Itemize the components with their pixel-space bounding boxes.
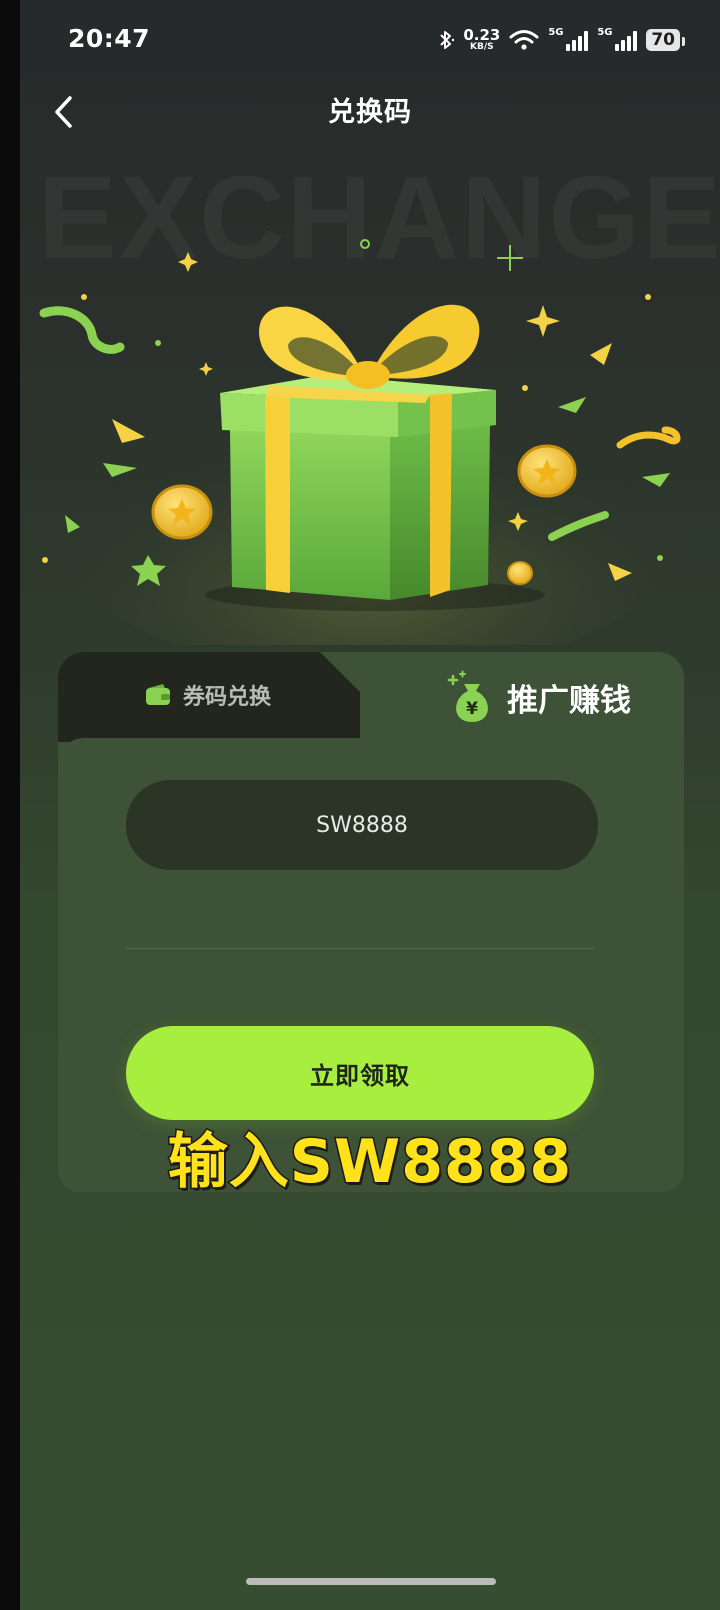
tab-promote-earn[interactable]: ¥ 推广赚钱: [394, 652, 684, 742]
network-speed: 0.23 KB/S: [463, 28, 500, 52]
bluetooth-icon: [440, 31, 455, 49]
home-indicator[interactable]: [246, 1578, 496, 1585]
wifi-icon: [509, 30, 539, 50]
battery-icon: 70: [646, 29, 685, 51]
video-caption-overlay: 输入SW8888: [166, 1126, 573, 1199]
tab-coupon-redeem-label: 券码兑换: [182, 685, 271, 710]
svg-text:¥: ¥: [466, 699, 478, 719]
sim2-label: 5G: [597, 27, 613, 38]
app-screen: 20:47 0.23 KB/S 5G 5G 70 兑换码 券码兑换 ¥ 推广赚钱…: [20, 0, 720, 1610]
claim-now-button[interactable]: 立即领取: [126, 1026, 594, 1120]
gift-box-illustration: [39, 239, 690, 645]
tab-coupon-redeem[interactable]: 券码兑换: [58, 652, 358, 738]
sim1-label: 5G: [548, 27, 564, 38]
signal-icon-sim1: 5G: [548, 27, 589, 51]
status-bar: 20:47 0.23 KB/S 5G 5G 70: [20, 0, 720, 78]
network-speed-value: 0.23: [463, 26, 501, 44]
network-speed-unit: KB/S: [470, 42, 494, 52]
status-icons: 0.23 KB/S 5G 5G 70: [438, 24, 685, 56]
wallet-icon: [145, 684, 170, 705]
tab-promote-earn-label: 推广赚钱: [507, 682, 631, 719]
divider: [126, 948, 594, 949]
page-title: 兑换码: [328, 97, 412, 128]
signal-icon-sim2: 5G: [597, 27, 638, 51]
exchange-card: 券码兑换 ¥ 推广赚钱 立即领取: [58, 652, 684, 1192]
status-time: 20:47: [68, 24, 151, 53]
redeem-code-input[interactable]: [126, 780, 598, 870]
screen-edge: [0, 0, 20, 1610]
money-bag-icon: ¥: [447, 670, 488, 722]
